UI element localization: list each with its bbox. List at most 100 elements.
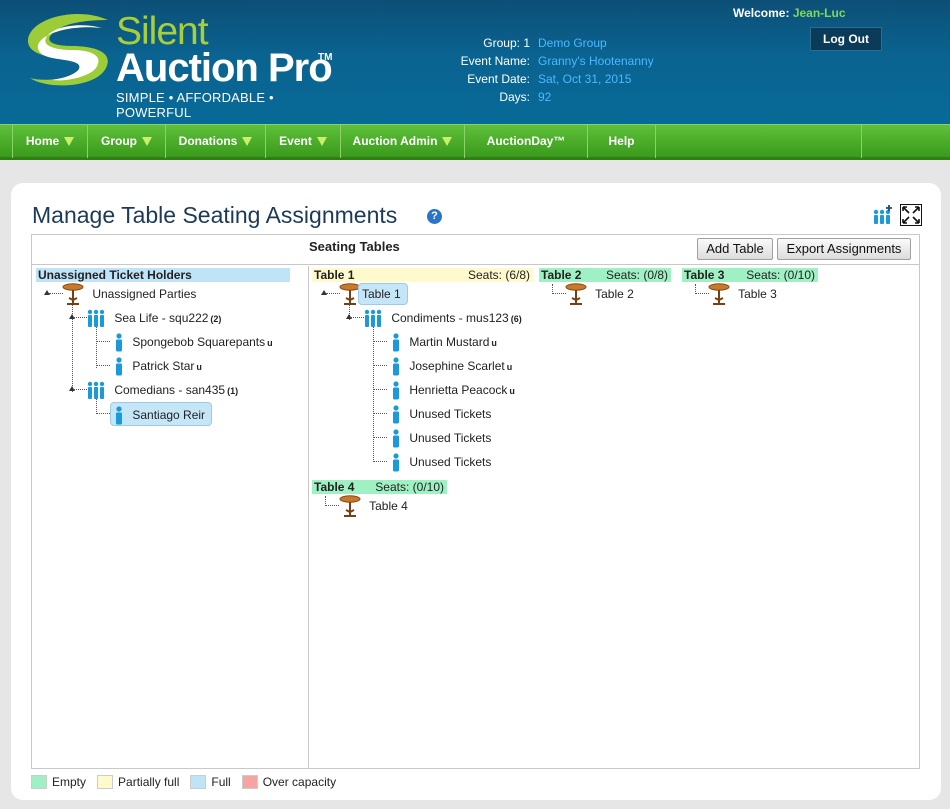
unassigned-header: Unassigned Ticket Holders (36, 268, 290, 282)
group-label: Group: 1 (483, 36, 530, 50)
logo-swoosh-icon (27, 13, 108, 86)
add-party-icon[interactable] (872, 204, 894, 226)
tree-line (96, 413, 110, 414)
unused-ticket-node[interactable]: Unused Tickets (391, 450, 491, 474)
tree-line (373, 413, 387, 414)
party-count: (1) (227, 386, 239, 396)
add-table-button[interactable]: Add Table (697, 238, 773, 260)
person-icon (393, 357, 399, 376)
party-node[interactable]: Comedians - san435 (1) (86, 378, 238, 402)
days-value: 92 (538, 90, 552, 104)
event-info: Group: 1 Demo Group Event Name: Granny's… (440, 34, 700, 106)
logout-button[interactable]: Log Out (810, 27, 882, 51)
seats-count: Seats: (0/10) (375, 480, 444, 494)
nav-divider (861, 125, 862, 158)
export-assignments-button[interactable]: Export Assignments (777, 238, 911, 260)
ticket-holder-node[interactable]: Spongebob Squarepants u (114, 330, 273, 354)
unused-ticket-node[interactable]: Unused Tickets (391, 402, 491, 426)
table-node[interactable]: Table 4 (339, 494, 408, 518)
tree-line (49, 293, 63, 294)
table-header[interactable]: Table 3 Seats: (0/10) (682, 268, 818, 282)
node-label: Unassigned Parties (92, 287, 197, 301)
tree-line (552, 293, 566, 294)
nav-label: AuctionDay™ (486, 134, 566, 148)
nav-group[interactable]: Group (88, 125, 166, 158)
help-icon[interactable]: ? (427, 209, 442, 224)
ticket-holder-node[interactable]: Martin Mustard u (391, 330, 497, 354)
event-name-link[interactable]: Granny's Hootenanny (538, 52, 654, 70)
table-label: Table 1 (314, 268, 355, 282)
table-label: Table 3 (684, 268, 725, 282)
ticket-holder-node[interactable]: Josephine Scarlet u (391, 354, 512, 378)
person-icon (393, 429, 399, 448)
person-icon (116, 406, 122, 425)
ticket-holder-node[interactable]: Santiago Reir (110, 402, 213, 426)
event-name-label: Event Name: (460, 54, 530, 68)
app-header: Silent Auction Pro TM SIMPLE • AFFORDABL… (0, 0, 950, 124)
ticket-flag: u (509, 386, 515, 396)
table-label: Table 2 (541, 268, 582, 282)
capacity-legend: Empty Partially full Full Over capacity (31, 773, 347, 791)
nav-label: Group (101, 134, 137, 148)
ticket-flag: u (196, 362, 202, 372)
ticket-holder-node[interactable]: Patrick Star u (114, 354, 202, 378)
table-icon (708, 283, 730, 305)
tree-line (350, 317, 364, 318)
party-node[interactable]: Condiments - mus123 (6) (363, 306, 522, 330)
nav-auctionday[interactable]: AuctionDay™ (465, 125, 588, 158)
node-label: Table 4 (369, 499, 408, 513)
tree-line (373, 389, 387, 390)
unassigned-panel: Unassigned Ticket Holders Unassigned Par… (32, 266, 309, 768)
fullscreen-icon[interactable] (900, 204, 922, 226)
person-icon (116, 357, 122, 376)
event-info-row: Event Name: Granny's Hootenanny (440, 52, 700, 70)
tree-line (73, 389, 87, 390)
party-node[interactable]: Sea Life - squ222 (2) (86, 306, 221, 330)
silent-auction-pro-logo[interactable]: Silent Auction Pro TM SIMPLE • AFFORDABL… (22, 10, 342, 120)
seating-tables-heading: Seating Tables (309, 239, 400, 254)
tree-line (373, 326, 374, 462)
node-label: Table 3 (738, 287, 777, 301)
nav-label: Home (25, 134, 60, 148)
seats-count: Seats: (0/10) (746, 268, 815, 282)
ticket-holder-node[interactable]: Henrietta Peacock u (391, 378, 515, 402)
node-label: Spongebob Squarepants (132, 335, 266, 349)
legend-label: Empty (52, 775, 87, 789)
legend-item-full: Full (190, 775, 231, 789)
ticket-flag: u (506, 362, 513, 372)
nav-label: Event (279, 134, 312, 148)
table-node-label[interactable]: Table 1 (358, 283, 408, 305)
event-date-link[interactable]: Sat, Oct 31, 2015 (538, 70, 631, 88)
person-icon (393, 453, 399, 472)
seating-toolbar: Seating Tables Add Table Export Assignme… (32, 235, 919, 265)
party-group-icon (87, 309, 105, 327)
user-name: Jean-Luc (792, 6, 846, 20)
tree-line (96, 341, 110, 342)
table-node[interactable]: Table 3 (708, 282, 777, 306)
unassigned-parties-node[interactable]: Unassigned Parties (62, 282, 196, 306)
nav-donations[interactable]: Donations (166, 125, 266, 158)
nav-help[interactable]: Help (588, 125, 656, 158)
group-link[interactable]: Demo Group (538, 34, 607, 52)
unused-ticket-node[interactable]: Unused Tickets (391, 426, 491, 450)
table-header[interactable]: Table 4 Seats: (0/10) (312, 480, 447, 494)
main-nav: Home Group Donations Event Auction Admin… (0, 124, 950, 160)
table-header[interactable]: Table 1 Seats: (6/8) (312, 268, 533, 282)
tree-line (373, 461, 387, 462)
legend-label: Over capacity (262, 775, 337, 789)
nav-event[interactable]: Event (266, 125, 341, 158)
party-count: (2) (210, 314, 222, 324)
person-icon (393, 333, 399, 352)
nav-home[interactable]: Home (12, 125, 88, 158)
party-count: (6) (510, 314, 522, 324)
nav-auction-admin[interactable]: Auction Admin (341, 125, 465, 158)
event-info-row: Days: 92 (440, 88, 700, 106)
node-label: Santiago Reir (132, 408, 206, 422)
table-header[interactable]: Table 2 Seats: (0/8) (539, 268, 671, 282)
legend-item-over-capacity: Over capacity (241, 775, 337, 789)
tree-line (73, 317, 87, 318)
welcome-label: Welcome: (733, 6, 790, 20)
table-node[interactable]: Table 2 (565, 282, 634, 306)
dropdown-arrow-icon (316, 137, 327, 147)
node-label: Patrick Star (132, 359, 195, 373)
